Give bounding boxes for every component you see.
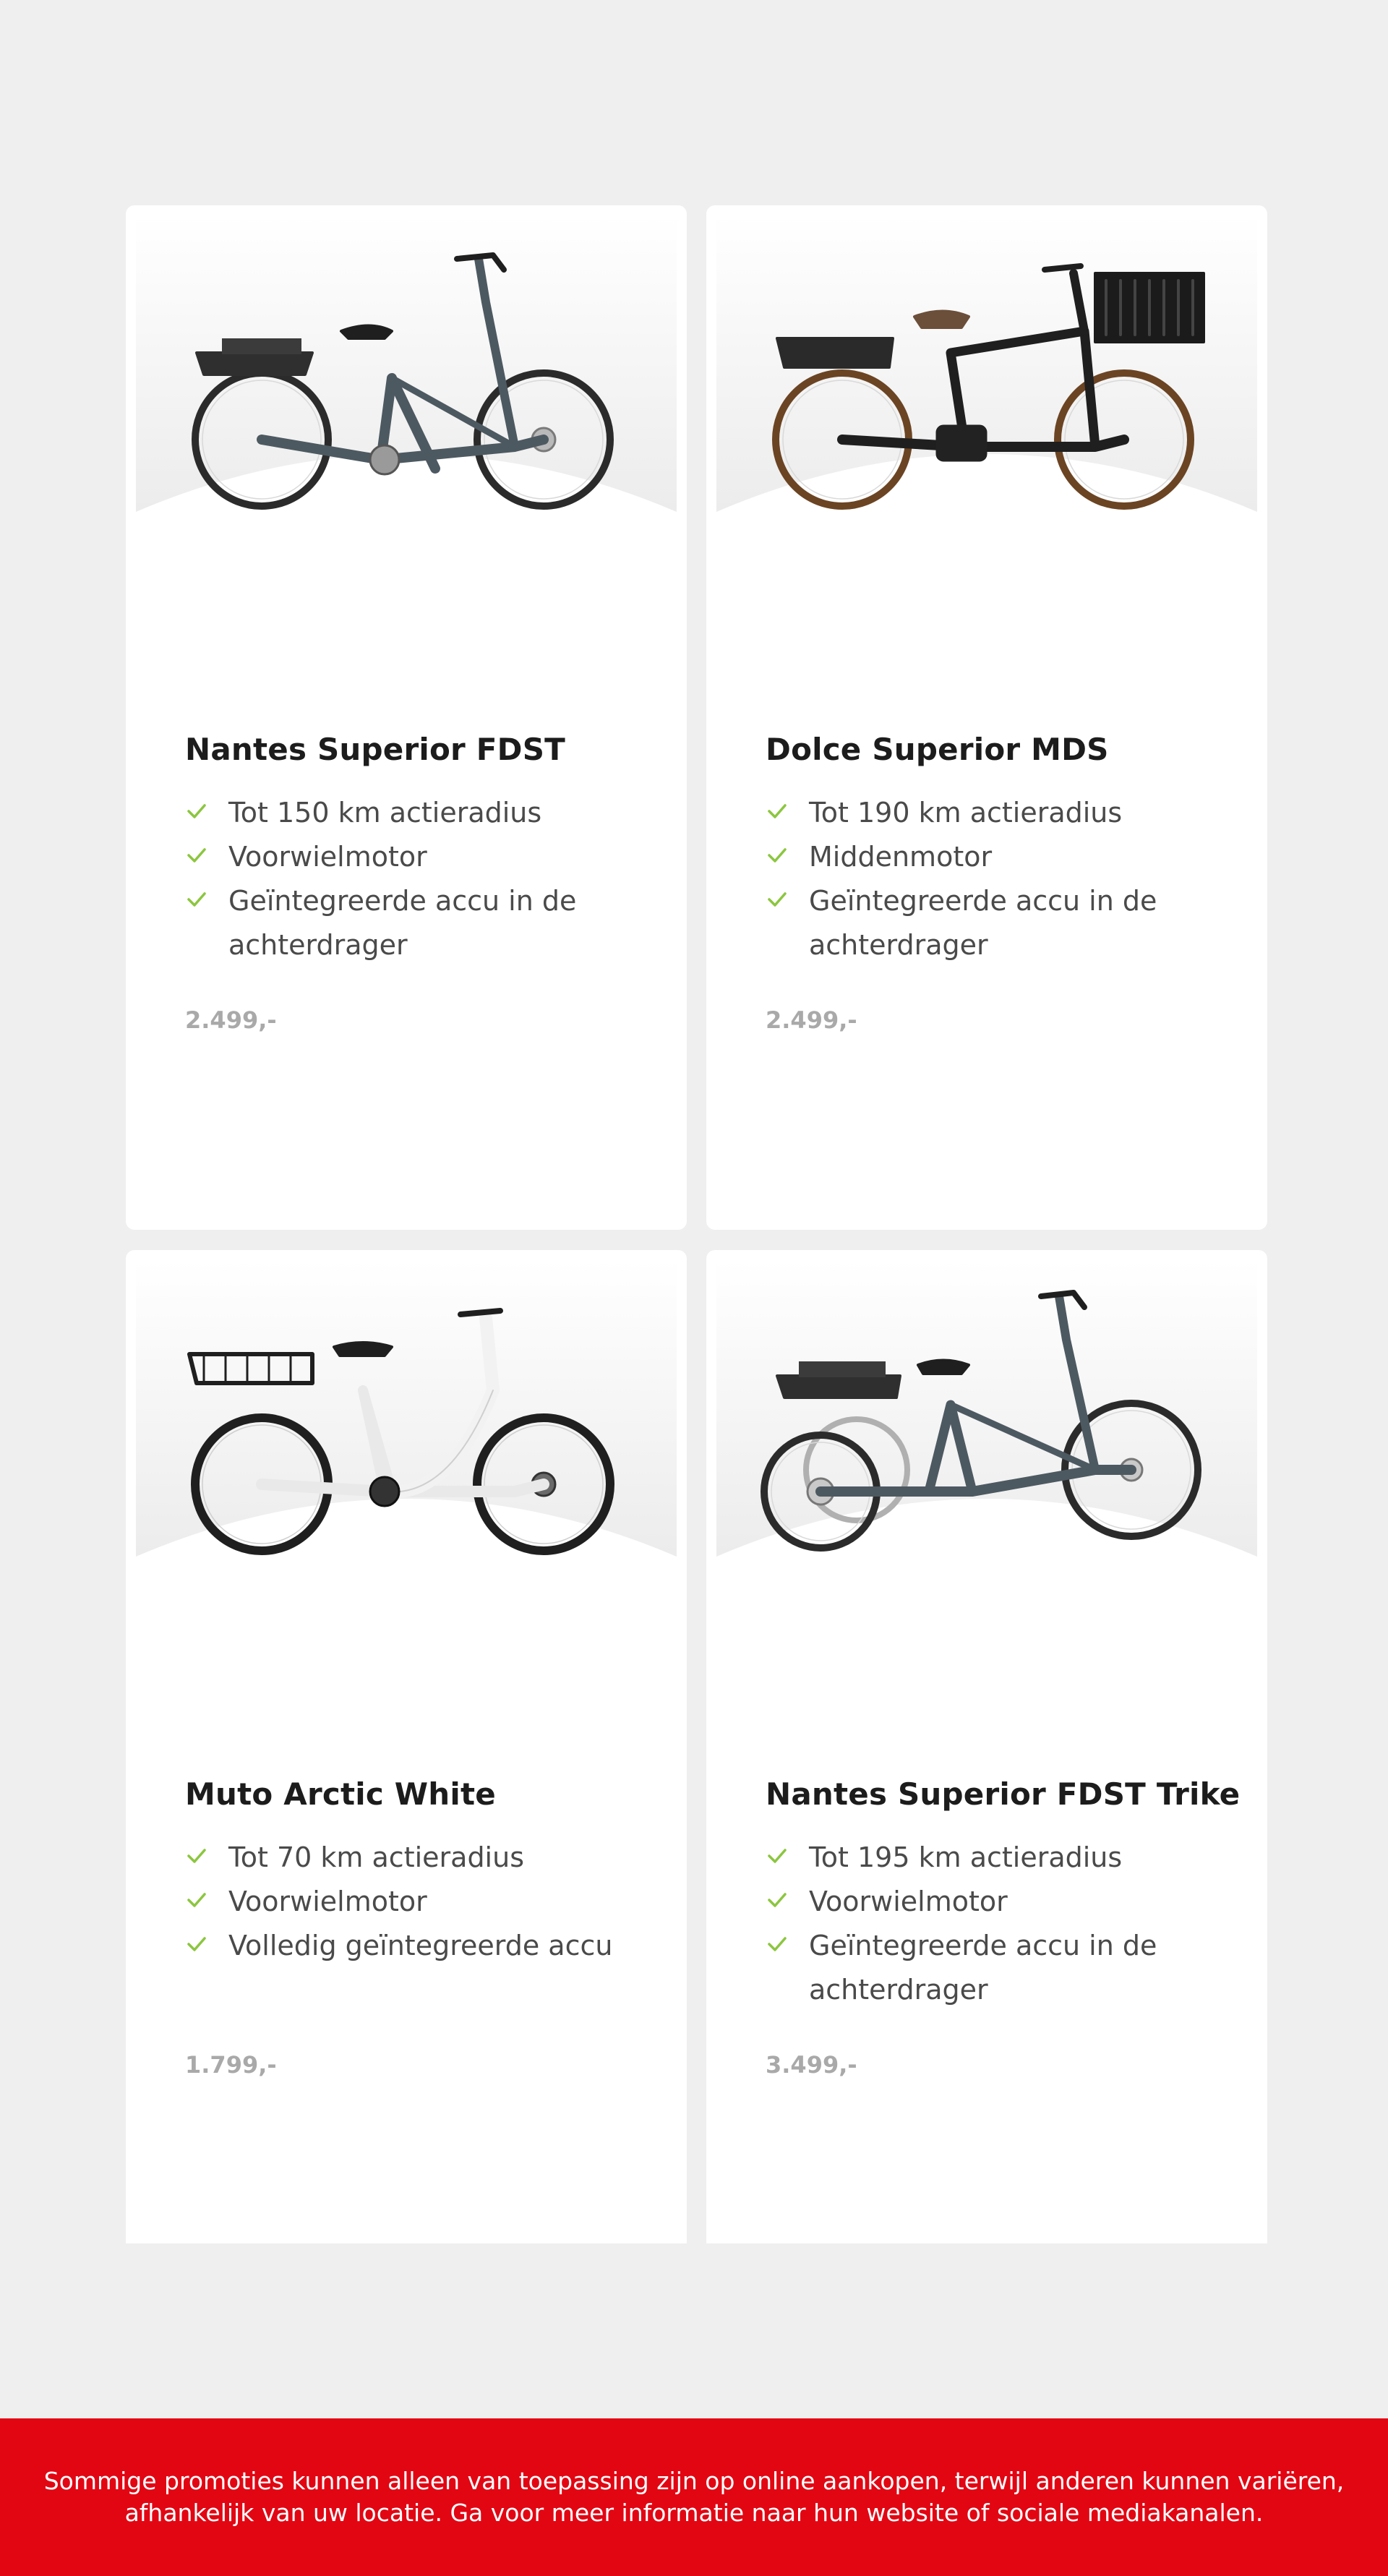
- product-grid: Nantes Superior FDST Tot 150 km actierad…: [0, 0, 1388, 2576]
- disclaimer-banner: Sommige promoties kunnen alleen van toep…: [0, 2418, 1388, 2576]
- product-title[interactable]: Dolce Superior MDS: [766, 732, 1109, 767]
- electric-tricycle-grey-icon: [761, 1290, 1201, 1552]
- product-title[interactable]: Nantes Superior FDST: [185, 732, 565, 767]
- feature-text: Tot 195 km actieradius: [809, 1841, 1123, 1873]
- checkmark-icon: [187, 1893, 206, 1907]
- product-image[interactable]: [716, 215, 1257, 534]
- checkmark-icon: [768, 804, 787, 818]
- checkmark-icon: [768, 848, 787, 863]
- feature-text: Tot 150 km actieradius: [228, 797, 542, 829]
- checkmark-icon: [187, 892, 206, 907]
- product-image[interactable]: [136, 215, 677, 534]
- checkmark-icon: [187, 804, 206, 818]
- checkmark-icon: [187, 1937, 206, 1951]
- checkmark-icon: [768, 1849, 787, 1863]
- list-item: Voorwielmotor: [185, 1880, 648, 1924]
- feature-text: Middenmotor: [809, 841, 993, 873]
- step-through-ebike-grey-icon: [192, 252, 614, 510]
- disclaimer-text: Sommige promoties kunnen alleen van toep…: [43, 2467, 1345, 2527]
- list-item: Tot 195 km actieradius: [766, 1836, 1228, 1880]
- checkmark-icon: [768, 892, 787, 907]
- list-item: Voorwielmotor: [185, 835, 648, 879]
- product-card[interactable]: Nantes Superior FDST Tot 150 km actierad…: [126, 205, 687, 1230]
- checkmark-icon: [768, 1937, 787, 1951]
- feature-text: Geïntegreerde accu in de achterdrager: [809, 885, 1157, 961]
- list-item: Tot 150 km actieradius: [185, 791, 648, 835]
- feature-text: Voorwielmotor: [228, 841, 427, 873]
- product-card[interactable]: Muto Arctic White Tot 70 km actieradius …: [126, 1250, 687, 2243]
- feature-text: Voorwielmotor: [809, 1886, 1008, 1917]
- list-item: Middenmotor: [766, 835, 1228, 879]
- feature-text: Voorwielmotor: [228, 1886, 427, 1917]
- feature-text: Volledig geïntegreerde accu: [228, 1930, 613, 1961]
- feature-text: Tot 190 km actieradius: [809, 797, 1123, 829]
- checkmark-icon: [187, 1849, 206, 1863]
- product-card[interactable]: Dolce Superior MDS Tot 190 km actieradiu…: [706, 205, 1267, 1230]
- white-ebike-with-rack-icon: [187, 1308, 614, 1555]
- product-image[interactable]: [136, 1260, 677, 1578]
- feature-text: Tot 70 km actieradius: [228, 1841, 525, 1873]
- product-price: 2.499,-: [766, 1006, 857, 1034]
- product-title[interactable]: Muto Arctic White: [185, 1776, 496, 1812]
- list-item: Voorwielmotor: [766, 1880, 1228, 1924]
- feature-list: Tot 190 km actieradius Middenmotor Geïnt…: [766, 791, 1228, 967]
- product-price: 3.499,-: [766, 2051, 857, 2079]
- feature-text: Geïntegreerde accu in de achterdrager: [228, 885, 577, 961]
- checkmark-icon: [768, 1893, 787, 1907]
- feature-list: Tot 195 km actieradius Voorwielmotor Geï…: [766, 1836, 1228, 2012]
- list-item: Tot 190 km actieradius: [766, 791, 1228, 835]
- feature-text: Geïntegreerde accu in de achterdrager: [809, 1930, 1157, 2006]
- list-item: Geïntegreerde accu in de achterdrager: [766, 879, 1228, 967]
- product-title[interactable]: Nantes Superior FDST Trike: [766, 1776, 1240, 1812]
- cargo-crate-ebike-black-icon: [772, 263, 1205, 510]
- product-price: 1.799,-: [185, 2051, 277, 2079]
- checkmark-icon: [187, 848, 206, 863]
- product-image[interactable]: [716, 1260, 1257, 1578]
- list-item: Geïntegreerde accu in de achterdrager: [766, 1924, 1228, 2012]
- list-item: Tot 70 km actieradius: [185, 1836, 648, 1880]
- product-price: 2.499,-: [185, 1006, 277, 1034]
- list-item: Geïntegreerde accu in de achterdrager: [185, 879, 648, 967]
- list-item: Volledig geïntegreerde accu: [185, 1924, 648, 1968]
- feature-list: Tot 70 km actieradius Voorwielmotor Voll…: [185, 1836, 648, 1968]
- product-card[interactable]: Nantes Superior FDST Trike Tot 195 km ac…: [706, 1250, 1267, 2243]
- feature-list: Tot 150 km actieradius Voorwielmotor Geï…: [185, 791, 648, 967]
